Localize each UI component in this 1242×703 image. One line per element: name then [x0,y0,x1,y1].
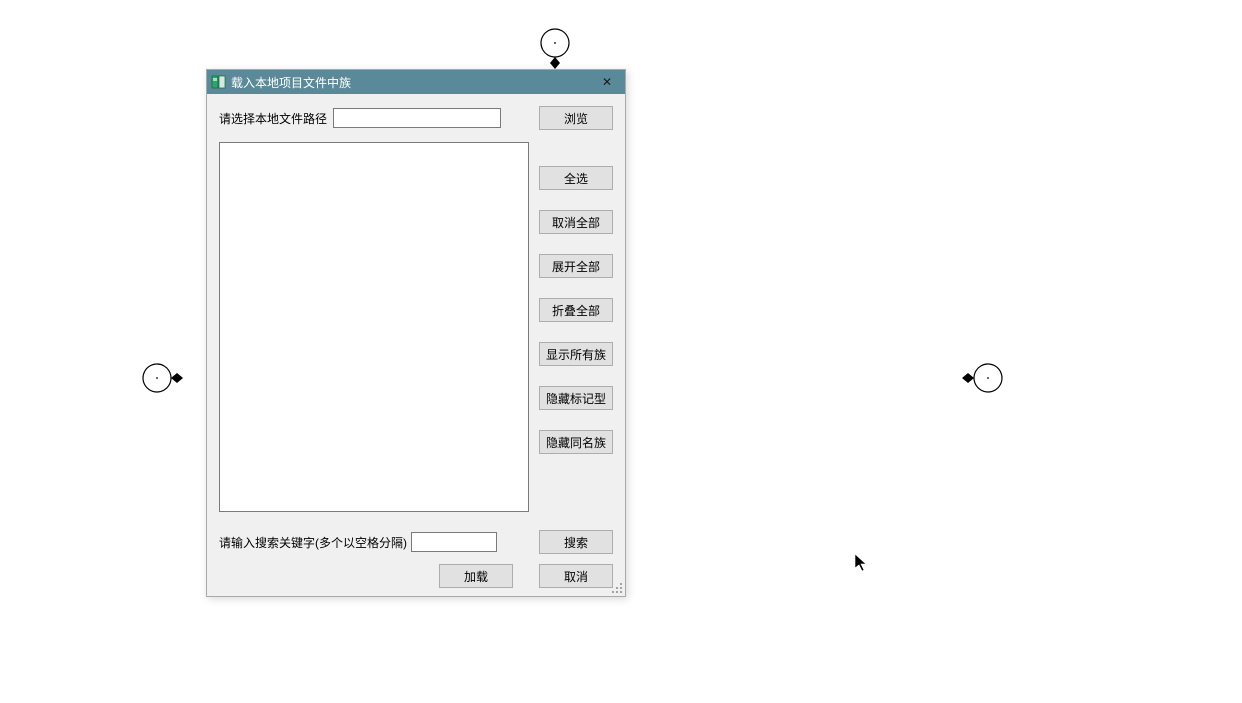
family-list[interactable] [219,142,529,512]
deselect-all-button[interactable]: 取消全部 [539,210,613,234]
browse-button[interactable]: 浏览 [539,106,613,130]
close-button[interactable]: ✕ [589,70,625,94]
resize-grip[interactable] [611,582,623,594]
callout-marker-right [966,356,1000,400]
row-path: 请选择本地文件路径 浏览 [219,106,613,130]
callout-marker-left [145,356,179,400]
dialog-load-local-families: 载入本地项目文件中族 ✕ 请选择本地文件路径 浏览 全选 取消全部 展开全部 折… [206,69,626,597]
cancel-button[interactable]: 取消 [539,564,613,588]
search-input[interactable] [411,532,497,552]
collapse-all-button[interactable]: 折叠全部 [539,298,613,322]
select-all-button[interactable]: 全选 [539,166,613,190]
row-search: 请输入搜索关键字(多个以空格分隔) 搜索 [219,530,613,554]
mouse-cursor-icon [854,553,870,573]
row-bottom: 加载 取消 [219,564,613,588]
content-area: 全选 取消全部 展开全部 折叠全部 显示所有族 隐藏标记型 隐藏同名族 [219,142,613,512]
search-label: 请输入搜索关键字(多个以空格分隔) [219,534,407,551]
dialog-body: 请选择本地文件路径 浏览 全选 取消全部 展开全部 折叠全部 显示所有族 隐藏标… [207,94,625,596]
callout-marker-top [538,26,572,70]
path-input[interactable] [333,108,501,128]
show-all-families-button[interactable]: 显示所有族 [539,342,613,366]
path-label: 请选择本地文件路径 [219,110,327,127]
hide-same-name-families-button[interactable]: 隐藏同名族 [539,430,613,454]
hide-marker-types-button[interactable]: 隐藏标记型 [539,386,613,410]
close-icon: ✕ [602,75,612,89]
expand-all-button[interactable]: 展开全部 [539,254,613,278]
load-button[interactable]: 加载 [439,564,513,588]
side-button-column: 全选 取消全部 展开全部 折叠全部 显示所有族 隐藏标记型 隐藏同名族 [539,142,613,512]
titlebar[interactable]: 载入本地项目文件中族 ✕ [207,70,625,94]
titlebar-title: 载入本地项目文件中族 [231,74,351,91]
search-button[interactable]: 搜索 [539,530,613,554]
app-icon [211,74,227,90]
